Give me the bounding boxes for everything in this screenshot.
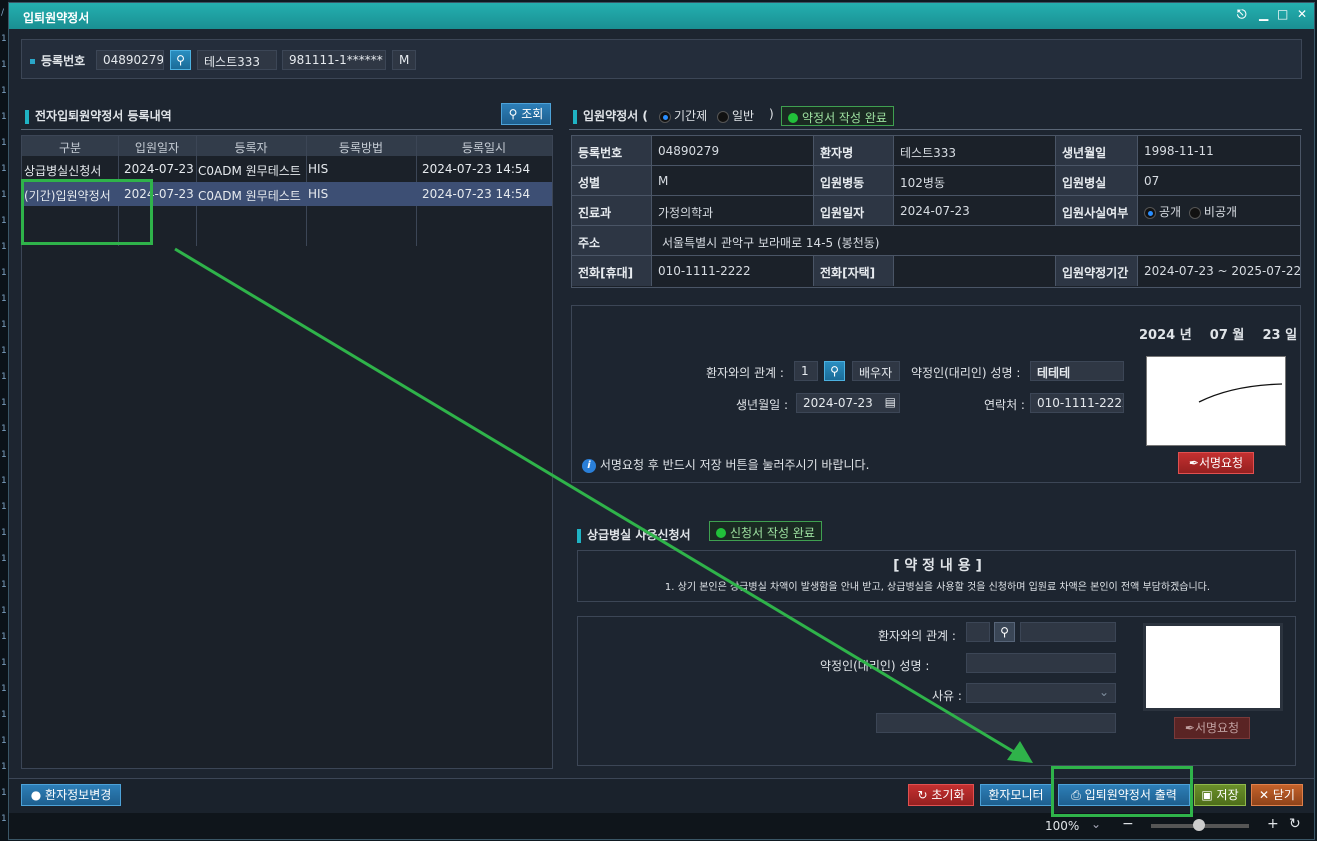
background-app-edge: /1 1 1 1 1 1 1 1 1 1 1 1 1 1 1 1 1 1 1 1 1 1 1 1 1 1 1 1 1 1 1	[0, 0, 8, 841]
admission-agreement-window: 입퇴원약정서 ⎋ ▁ □ ✕ 등록번호 04890279 ⚲ 테스트333 98…	[8, 2, 1315, 840]
annotation-arrow	[174, 247, 1033, 763]
